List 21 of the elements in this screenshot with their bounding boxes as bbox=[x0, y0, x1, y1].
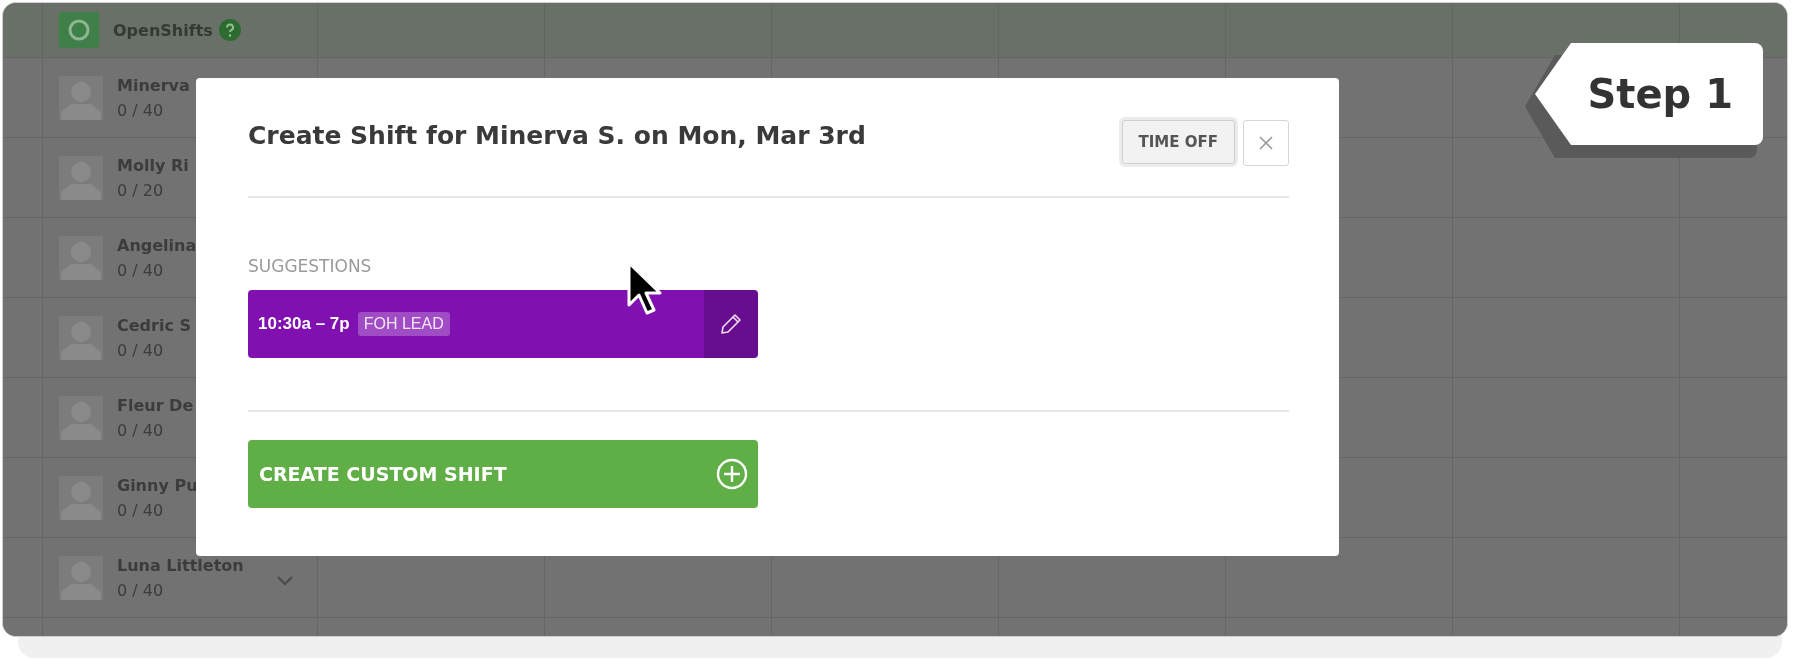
dialog-title: Create Shift for Minerva S. on Mon, Mar 3rd bbox=[248, 120, 866, 150]
avatar-icon bbox=[59, 235, 103, 280]
avatar-icon bbox=[59, 475, 103, 520]
close-icon bbox=[1259, 136, 1273, 150]
help-icon[interactable] bbox=[218, 19, 241, 41]
shift-time: 10:30a – 7p bbox=[258, 314, 350, 334]
open-shifts-icon bbox=[59, 12, 99, 48]
chevron-down-icon[interactable] bbox=[277, 576, 293, 586]
avatar-icon bbox=[59, 155, 103, 200]
avatar-icon bbox=[59, 315, 103, 360]
avatar-icon bbox=[59, 395, 103, 440]
edit-button[interactable] bbox=[704, 290, 758, 358]
avatar-icon bbox=[59, 75, 103, 120]
avatar-icon bbox=[59, 555, 103, 600]
step-badge: Step 1 bbox=[1535, 43, 1763, 145]
time-off-button[interactable]: TIME OFF bbox=[1121, 120, 1235, 164]
suggestions-label: SUGGESTIONS bbox=[248, 256, 373, 276]
position-tag: FOH LEAD bbox=[357, 312, 450, 336]
pencil-icon bbox=[719, 312, 743, 336]
plus-circle-icon bbox=[716, 458, 748, 490]
close-button[interactable] bbox=[1243, 120, 1289, 166]
